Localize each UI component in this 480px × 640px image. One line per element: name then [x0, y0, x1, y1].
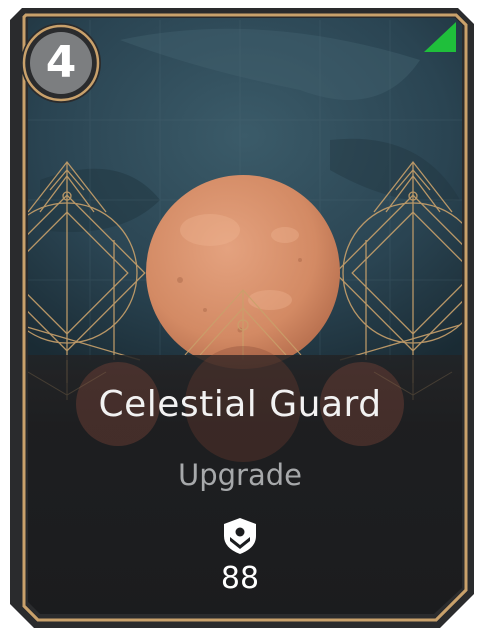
stat-value: 88 [220, 561, 260, 596]
card-title: Celestial Guard [98, 384, 382, 425]
corner-flag-icon [424, 22, 456, 52]
cost-value: 4 [45, 37, 77, 88]
shield-icon [224, 518, 256, 554]
card-type-label: Upgrade [178, 458, 302, 492]
upgrade-card[interactable]: 4 Celestial Guard Upgrade 88 [0, 0, 480, 640]
